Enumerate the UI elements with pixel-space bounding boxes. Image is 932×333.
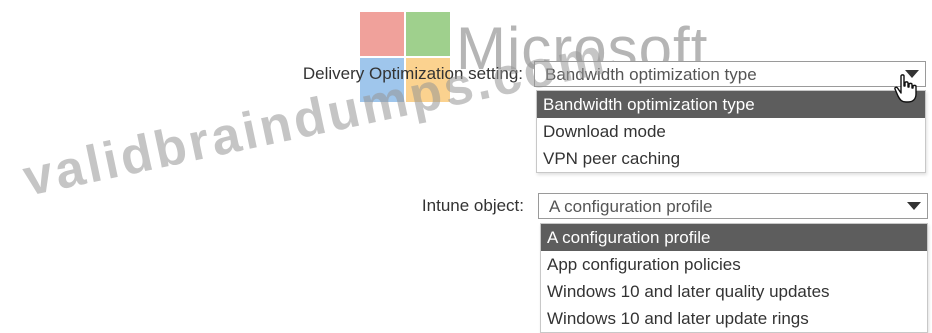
logo-square-red — [360, 12, 404, 56]
delivery-option-download-mode[interactable]: Download mode — [537, 118, 925, 145]
intune-option-app-configuration-policies[interactable]: App configuration policies — [541, 251, 927, 278]
delivery-optimization-value: Bandwidth optimization type — [545, 65, 757, 84]
hand-cursor-icon — [894, 74, 917, 103]
delivery-optimization-label: Delivery Optimization setting: — [302, 64, 523, 83]
intune-object-dropdown-button[interactable] — [901, 194, 927, 218]
delivery-option-bandwidth-optimization-type[interactable]: Bandwidth optimization type — [537, 91, 925, 118]
intune-option-configuration-profile[interactable]: A configuration profile — [541, 224, 927, 251]
delivery-optimization-select[interactable]: Bandwidth optimization type — [534, 61, 926, 87]
intune-object-value: A configuration profile — [549, 197, 713, 216]
intune-option-update-rings[interactable]: Windows 10 and later update rings — [541, 305, 927, 332]
delivery-option-vpn-peer-caching[interactable]: VPN peer caching — [537, 145, 925, 172]
intune-option-quality-updates[interactable]: Windows 10 and later quality updates — [541, 278, 927, 305]
intune-object-dropdown: A configuration profile App configuratio… — [540, 223, 928, 333]
intune-object-select[interactable]: A configuration profile — [538, 193, 928, 219]
delivery-optimization-dropdown: Bandwidth optimization type Download mod… — [536, 90, 926, 173]
chevron-down-icon — [907, 202, 921, 210]
intune-object-label: Intune object: — [421, 196, 524, 215]
logo-square-green — [406, 12, 450, 56]
